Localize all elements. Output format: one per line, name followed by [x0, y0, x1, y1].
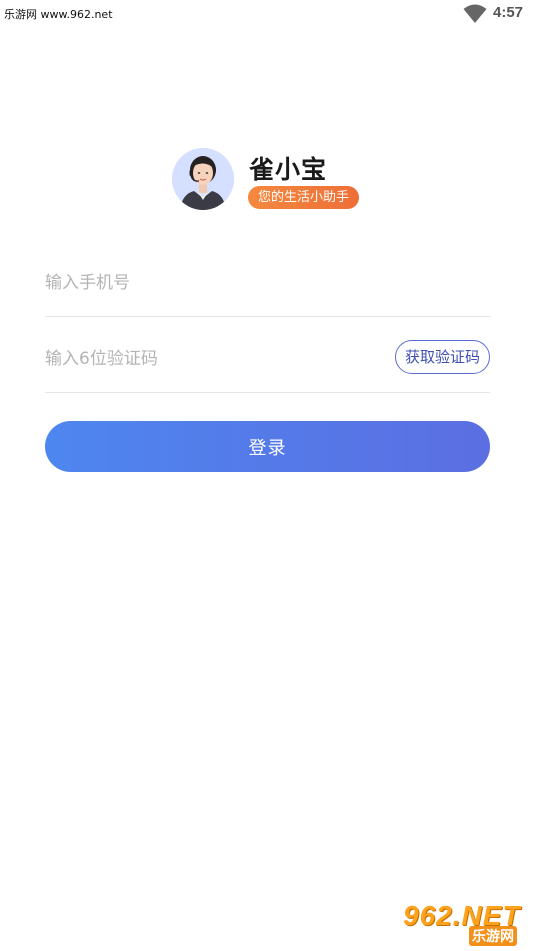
bottom-watermark: 962.NET 乐游网: [397, 900, 531, 946]
assistant-avatar: [172, 148, 234, 210]
status-bar: 乐游网 www.962.net 4:57: [0, 0, 535, 28]
wifi-icon: [463, 4, 487, 23]
watermark-site-name: 乐游网: [469, 926, 517, 946]
login-button[interactable]: 登录: [45, 421, 490, 472]
app-name: 雀小宝: [249, 155, 328, 184]
tagline-badge: 您的生活小助手: [248, 186, 360, 209]
phone-field: [45, 256, 490, 317]
verification-code-field: 获取验证码: [45, 332, 490, 393]
phone-input[interactable]: [45, 268, 365, 298]
verification-code-input[interactable]: [45, 344, 365, 374]
avatar-illustration: [172, 148, 234, 210]
brand-header: 雀小宝 您的生活小助手: [172, 148, 372, 212]
status-time: 4:57: [493, 4, 524, 21]
site-watermark: 乐游网 www.962.net: [4, 8, 113, 21]
get-code-button[interactable]: 获取验证码: [394, 340, 490, 374]
